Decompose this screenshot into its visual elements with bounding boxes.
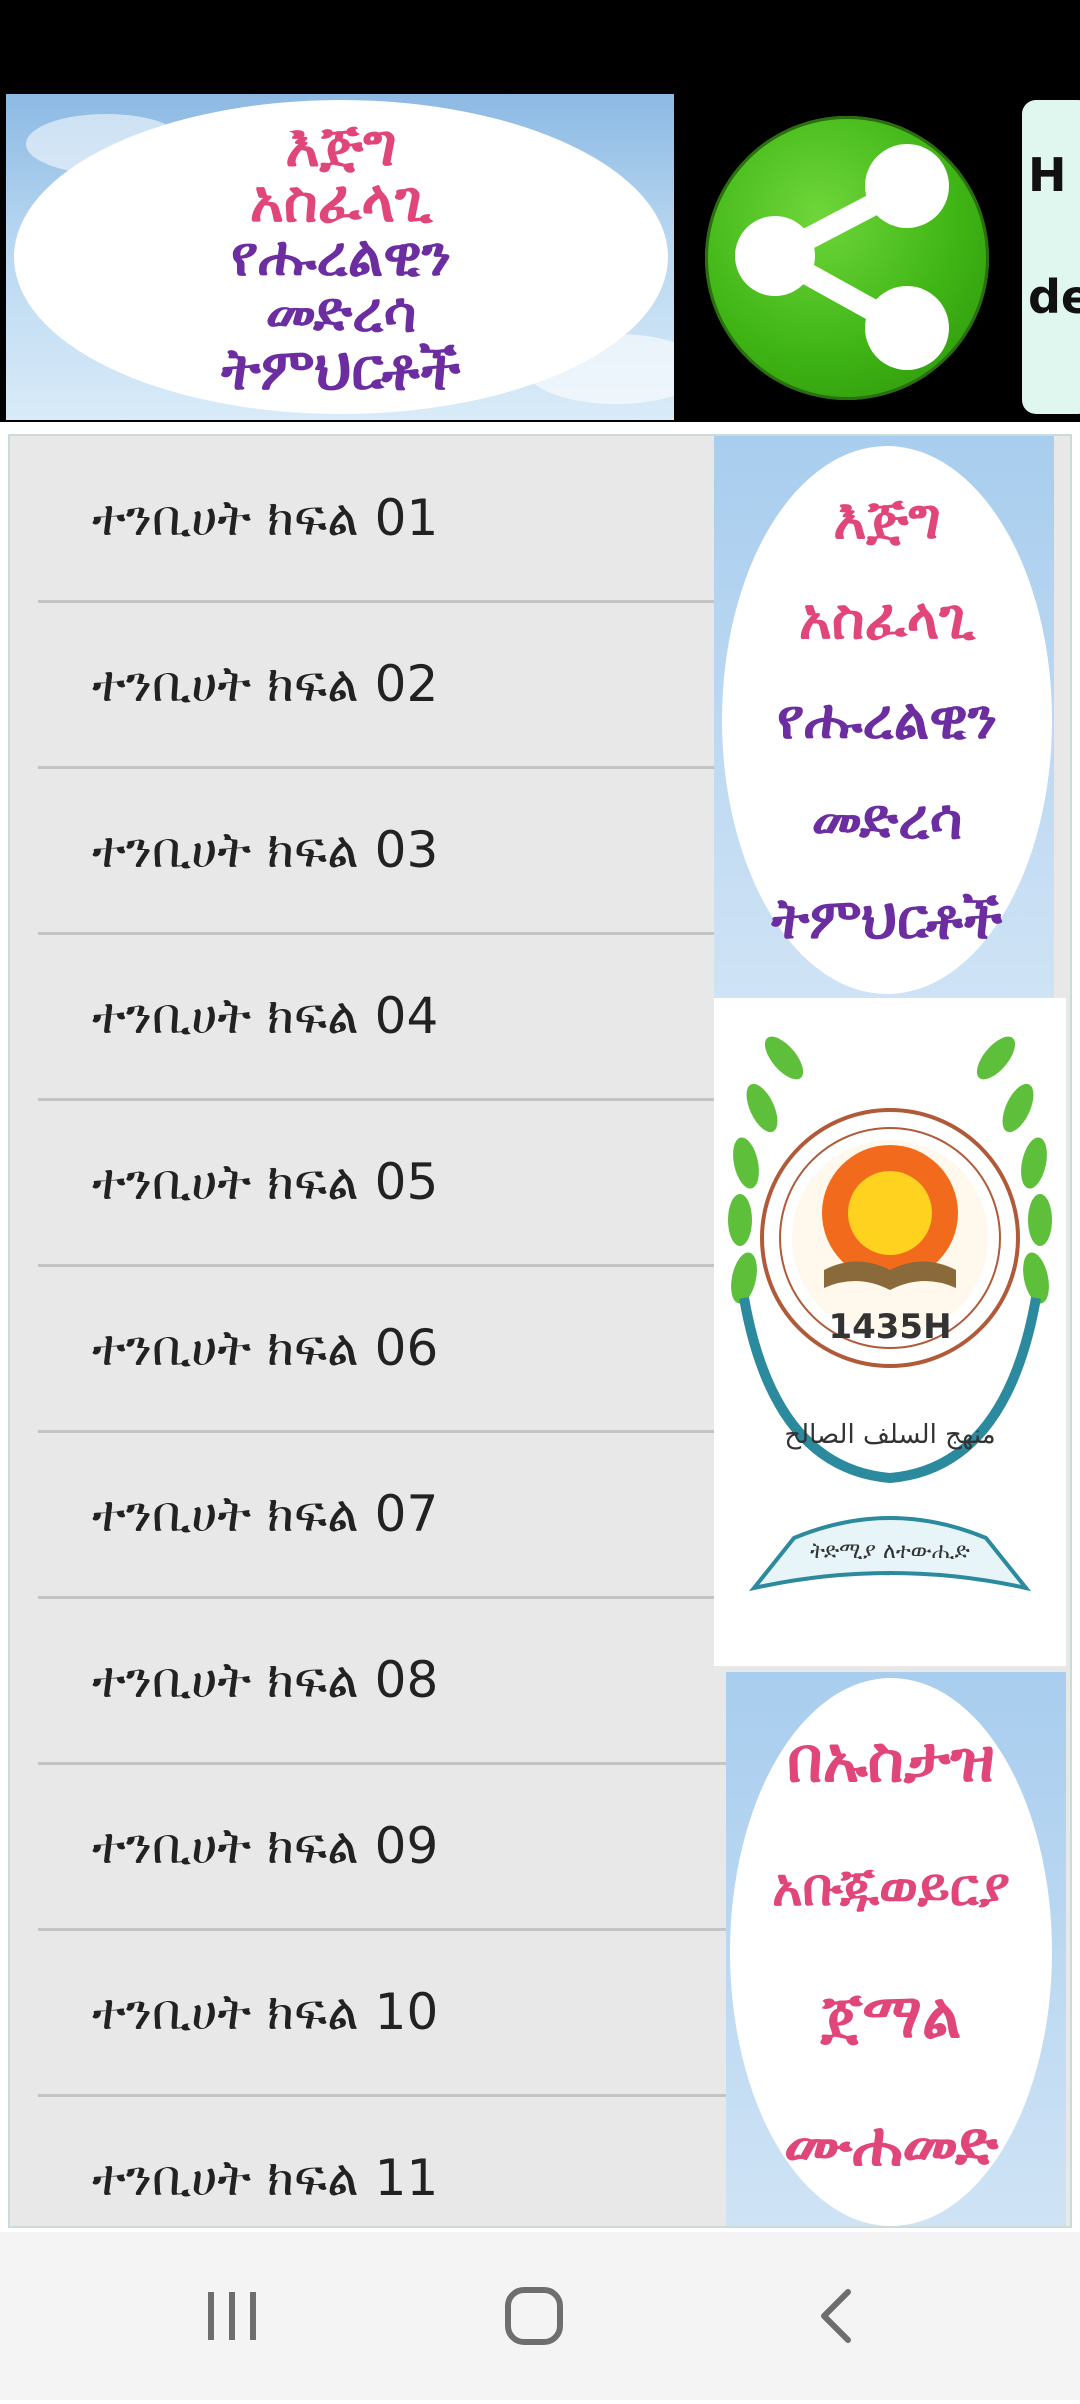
author-image-line: በኡስታዝ — [787, 1723, 995, 1796]
home-icon — [505, 2287, 563, 2345]
lesson-label: ተንቢሀት ክፍል 11 — [92, 2149, 439, 2207]
author-image-line: አቡጁወይርያ — [772, 1858, 1010, 1918]
author-image-line: ጀማል — [820, 1979, 962, 2052]
title-image-text: እጅግ አስፈላጊ የሑረልዊን መድረሳ ትምህርቶች — [722, 446, 1052, 994]
app-header: እጅግ አስፈላጊ የሑረልዊን መድረሳ ትምህርቶች H de — [0, 92, 1080, 422]
emblem-ribbon-text: ትድሚያ ለተውሒድ — [810, 1539, 970, 1564]
lesson-label: ተንቢሀት ክፍል 01 — [92, 489, 439, 547]
back-button[interactable] — [736, 2232, 936, 2400]
banner-title-line: የሑረልዊን — [230, 224, 452, 289]
emblem-image: 1435H منهج السلف الصالح ትድሚያ ለተውሒድ — [714, 998, 1066, 1666]
title-image-line: መድረሳ — [811, 787, 963, 852]
recents-button[interactable] — [132, 2232, 332, 2400]
share-icon — [735, 144, 949, 370]
side-images: እጅግ አስፈላጊ የሑረልዊን መድረሳ ትምህርቶች 1435H منهج … — [706, 436, 1066, 2226]
status-bar — [0, 0, 1080, 92]
back-icon — [821, 2289, 851, 2343]
banner-title-line: መድረሳ — [265, 280, 417, 345]
banner-title-line: እጅግ — [285, 111, 397, 179]
lesson-label: ተንቢሀት ክፍል 06 — [92, 1319, 439, 1377]
author-image-line: ሙሐመድ — [783, 2107, 999, 2180]
title-image-line: ትምህርቶች — [771, 887, 1003, 952]
title-image: እጅግ አስፈላጊ የሑረልዊን መድረሳ ትምህርቶች — [714, 436, 1054, 998]
title-image-line: እጅግ — [833, 487, 941, 552]
banner-title-line: አስፈላጊ — [249, 167, 433, 235]
emblem-year: 1435H — [828, 1307, 951, 1347]
lesson-label: ተንቢሀት ክፍል 02 — [92, 655, 439, 713]
banner-title: እጅግ አስፈላጊ የሑረልዊን መድረሳ ትምህርቶች — [14, 100, 668, 414]
banner-image: እጅግ አስፈላጊ የሑረልዊን መድረሳ ትምህርቶች — [6, 94, 674, 420]
home-button[interactable] — [434, 2232, 634, 2400]
lesson-label: ተንቢሀት ክፍል 08 — [92, 1651, 439, 1709]
navigation-bar — [0, 2232, 1080, 2400]
author-image: በኡስታዝ አቡጁወይርያ ጀማል ሙሐመድ — [726, 1672, 1066, 2226]
share-button[interactable] — [705, 116, 989, 400]
lesson-label: ተንቢሀት ክፍል 03 — [92, 821, 439, 879]
lesson-label: ተንቢሀት ክፍል 10 — [92, 1983, 439, 2041]
banner-title-line: ትምህርቶች — [221, 335, 461, 403]
lesson-label: ተንቢሀት ክፍል 07 — [92, 1485, 439, 1543]
emblem-arabic: منهج السلف الصالح — [784, 1420, 995, 1450]
lesson-label: ተንቢሀት ክፍል 04 — [92, 987, 439, 1045]
side-card[interactable]: H de — [1022, 100, 1080, 414]
lesson-label: ተንቢሀት ክፍል 05 — [92, 1153, 439, 1211]
side-card-line: H — [1028, 148, 1067, 202]
recents-icon — [208, 2292, 256, 2340]
emblem-logo: 1435H منهج السلف الصالح ትድሚያ ለተውሒድ — [728, 1036, 1052, 1592]
title-image-line: አስፈላጊ — [798, 587, 976, 652]
author-image-text: በኡስታዝ አቡጁወይርያ ጀማል ሙሐመድ — [730, 1678, 1052, 2226]
lesson-label: ተንቢሀት ክፍል 09 — [92, 1817, 439, 1875]
side-card-line: de — [1028, 270, 1080, 324]
title-image-line: የሑረልዊን — [776, 687, 998, 752]
